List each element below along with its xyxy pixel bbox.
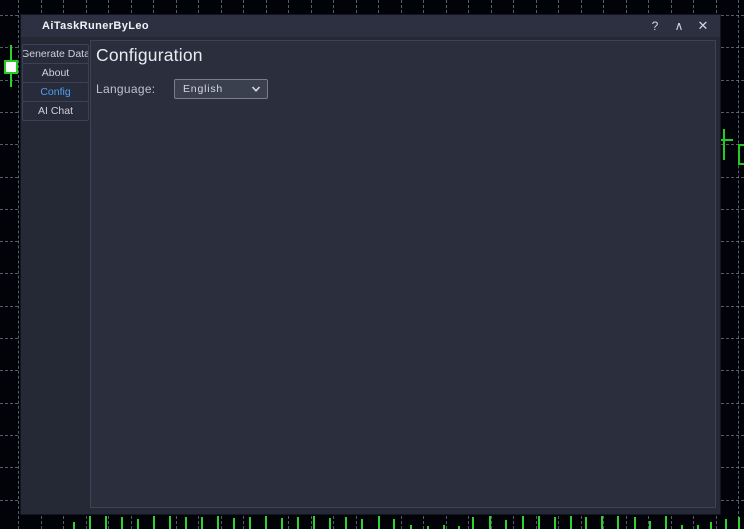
candle-wick	[233, 518, 235, 529]
candle-wick	[201, 517, 203, 529]
candle-wick	[738, 517, 740, 529]
desktop-chart-background: AiTaskRunerByLeo ? ∧ ✕ Generate DataAbou…	[0, 0, 744, 529]
right-partial-candle-body	[738, 144, 744, 165]
candle-wick	[393, 519, 395, 529]
candle-wick	[345, 517, 347, 529]
candle-wick	[634, 517, 636, 529]
candle-wick	[443, 525, 445, 529]
candle-wick	[105, 516, 107, 529]
candle-wick	[313, 516, 315, 529]
sidebar-item-config[interactable]: Config	[22, 82, 89, 102]
language-select[interactable]: English	[174, 79, 268, 99]
titlebar[interactable]: AiTaskRunerByLeo ? ∧ ✕	[21, 15, 720, 37]
candle-wick	[649, 521, 651, 529]
candle-wick	[585, 517, 587, 529]
help-button[interactable]: ?	[646, 17, 664, 35]
sidebar-item-ai-chat[interactable]: AI Chat	[22, 101, 89, 121]
chevron-down-icon	[251, 84, 261, 94]
candle-wick	[329, 518, 331, 529]
candle-wick	[601, 516, 603, 529]
candle-wick	[378, 516, 380, 529]
collapse-button[interactable]: ∧	[670, 17, 688, 35]
candle-wick	[710, 522, 712, 529]
candle-wick	[697, 525, 699, 529]
candle-wick	[153, 516, 155, 529]
candle-wick	[297, 517, 299, 529]
left-candle-body	[4, 60, 18, 74]
window-title: AiTaskRunerByLeo	[21, 20, 149, 32]
candle-wick	[169, 516, 171, 529]
candle-wick	[725, 519, 727, 529]
candle-wick	[265, 516, 267, 529]
candle-wick	[665, 516, 667, 529]
window-controls: ? ∧ ✕	[646, 17, 720, 35]
candle-wick	[73, 522, 75, 529]
candle-wick	[121, 517, 123, 529]
candle-wick	[361, 519, 363, 529]
sidebar-nav: Generate DataAboutConfigAI Chat	[22, 44, 89, 121]
candle-wick	[554, 517, 556, 529]
candle-wick	[505, 520, 507, 529]
app-window: AiTaskRunerByLeo ? ∧ ✕ Generate DataAbou…	[21, 15, 720, 514]
language-row: Language: English	[96, 79, 268, 99]
candle-wick	[489, 516, 491, 529]
candle-wick	[617, 516, 619, 529]
candle-wick	[522, 516, 524, 529]
candle-wick	[410, 525, 412, 529]
candle-wick	[89, 516, 91, 529]
candle-wick	[472, 517, 474, 529]
right-doji-wick	[723, 129, 725, 160]
candle-wick	[249, 517, 251, 529]
candle-wick	[570, 516, 572, 529]
candle-wick	[538, 516, 540, 529]
candle-wick	[185, 517, 187, 529]
content-panel: Configuration Language: English	[90, 40, 716, 508]
candle-wick	[681, 525, 683, 529]
close-button[interactable]: ✕	[694, 17, 712, 35]
language-selected-value: English	[183, 83, 251, 95]
candle-wick	[281, 518, 283, 529]
sidebar-item-generate-data[interactable]: Generate Data	[22, 44, 89, 64]
candle-wick	[217, 516, 219, 529]
page-title: Configuration	[96, 45, 203, 66]
language-label: Language:	[96, 82, 174, 96]
sidebar-item-about[interactable]: About	[22, 63, 89, 83]
candle-wick	[137, 519, 139, 529]
